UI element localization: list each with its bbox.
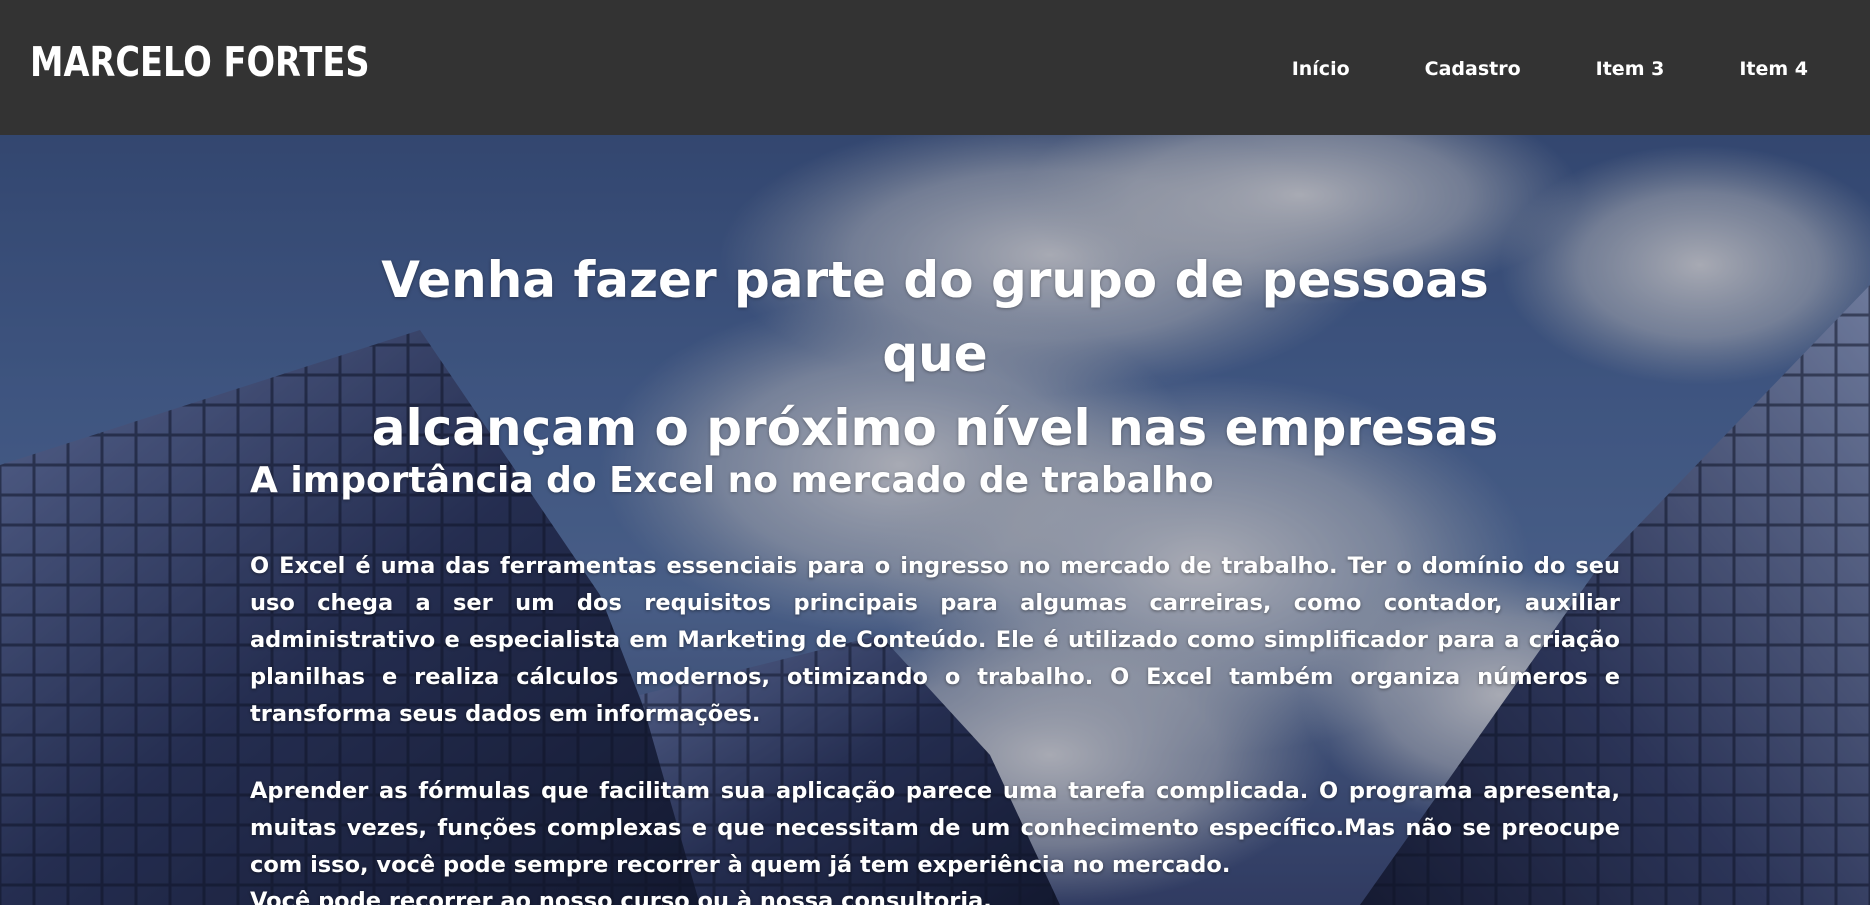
nav-item-inicio[interactable]: Início: [1292, 58, 1350, 80]
hero-title-line-2: alcançam o próximo nível nas empresas: [371, 399, 1499, 457]
paragraph-excel-importance: O Excel é uma das ferramentas essenciais…: [250, 553, 1620, 727]
nav-item-cadastro[interactable]: Cadastro: [1425, 58, 1521, 80]
section-title: A importância do Excel no mercado de tra…: [250, 460, 1214, 501]
hero-title-line-1: Venha fazer parte do grupo de pessoas qu…: [381, 251, 1489, 383]
hero-section: Venha fazer parte do grupo de pessoas qu…: [0, 135, 1870, 905]
hero-title: Venha fazer parte do grupo de pessoas qu…: [335, 243, 1535, 465]
nav-item-item-4[interactable]: Item 4: [1739, 58, 1808, 80]
nav-item-item-3[interactable]: Item 3: [1596, 58, 1665, 80]
site-logo[interactable]: MARCELO FORTES: [30, 38, 370, 86]
main-nav: Início Cadastro Item 3 Item 4: [1217, 58, 1808, 80]
paragraph-formulas: Aprender as fórmulas que facilitam sua a…: [250, 778, 1620, 878]
site-header: MARCELO FORTES Início Cadastro Item 3 It…: [0, 0, 1870, 135]
paragraph-course-consulting: Você pode recorrer ao nosso curso ou à n…: [250, 888, 992, 905]
